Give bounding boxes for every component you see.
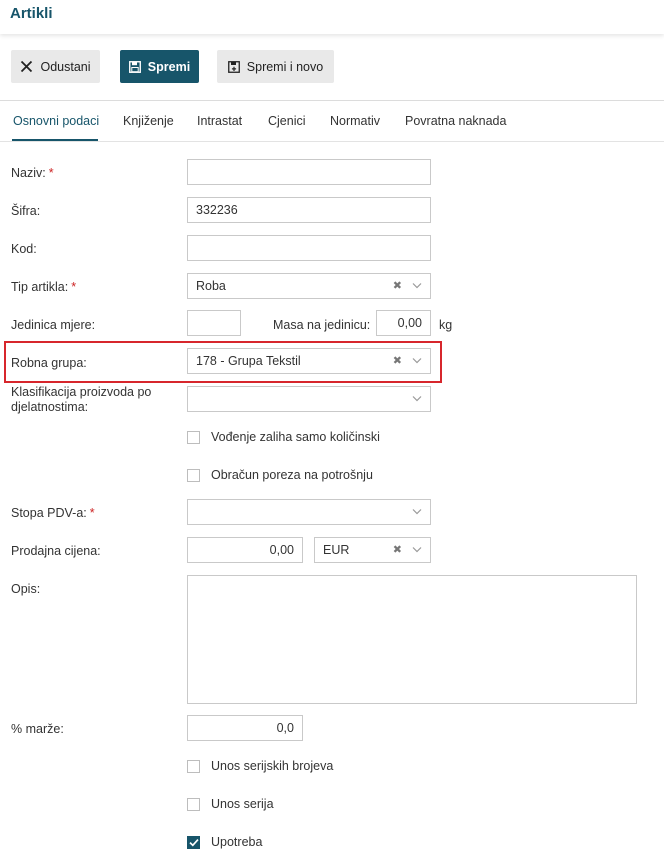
robna-grupa-select[interactable]: 178 - Grupa Tekstil ✖ [187,348,431,374]
floppy-disk-plus-icon [227,60,240,73]
upotreba-label: Upotreba [211,835,263,849]
unos-serija-checkbox-row[interactable]: Unos serija [187,797,274,811]
prodajna-cijena-input[interactable]: 0,00 [187,537,303,563]
kod-label: Kod: [11,242,37,256]
currency-value: EUR [323,543,350,557]
masa-input[interactable]: 0,00 [376,310,431,336]
tabs-bottom-divider [0,141,664,142]
chevron-down-icon[interactable] [412,508,422,515]
save-and-new-button-label: Spremi i novo [246,59,324,74]
clear-x-icon[interactable]: ✖ [393,538,402,562]
tab-knjizenje[interactable]: Knjiženje [123,114,174,128]
tab-povratna-naknada[interactable]: Povratna naknada [405,114,506,128]
naziv-label: Naziv: * [11,166,54,180]
tip-artikla-select[interactable]: Roba ✖ [187,273,431,299]
klasifikacija-select[interactable] [187,386,431,412]
checkmark-icon [188,838,199,847]
clear-x-icon[interactable]: ✖ [393,349,402,373]
obracun-poreza-label: Obračun poreza na potrošnju [211,468,373,482]
jedinica-mjere-input[interactable] [187,310,241,336]
obracun-poreza-checkbox-row[interactable]: Obračun poreza na potrošnju [187,468,373,482]
close-icon [20,60,33,73]
opis-textarea[interactable] [187,575,637,704]
chevron-down-icon[interactable] [412,357,422,364]
unos-serija-checkbox[interactable] [187,797,200,811]
unos-serijskih-checkbox[interactable] [187,759,200,773]
required-marker: * [71,280,77,294]
stopa-pdv-select[interactable] [187,499,431,525]
upotreba-checkbox[interactable] [187,835,200,849]
page-title: Artikli [10,5,53,22]
sifra-label: Šifra: [11,204,41,218]
vodenje-zaliha-checkbox[interactable] [187,430,200,444]
upotreba-checkbox-row[interactable]: Upotreba [187,835,262,849]
cancel-button-label: Odustani [40,59,91,74]
required-marker: * [48,166,54,180]
currency-select[interactable]: EUR ✖ [314,537,431,563]
masa-label: Masa na jedinicu: [273,318,371,332]
robna-grupa-label: Robna grupa: [11,356,87,370]
sifra-input[interactable]: 332236 [187,197,431,223]
chevron-down-icon[interactable] [412,395,422,402]
tip-artikla-value: Roba [196,279,226,293]
stopa-pdv-label: Stopa PDV-a: * [11,506,95,520]
marza-label: % marže: [11,722,64,736]
floppy-disk-icon [128,60,141,73]
tip-artikla-label: Tip artikla: * [11,280,77,294]
required-marker: * [89,506,95,520]
marza-input[interactable]: 0,0 [187,715,303,741]
jedinica-mjere-label: Jedinica mjere: [11,318,96,332]
unos-serijskih-label: Unos serijskih brojeva [211,759,334,773]
save-button[interactable]: Spremi [120,50,199,83]
robna-grupa-value: 178 - Grupa Tekstil [196,354,301,368]
opis-label: Opis: [11,582,41,596]
chevron-down-icon[interactable] [412,546,422,553]
klasifikacija-label: Klasifikacija proizvoda po djelatnostima… [11,385,152,414]
prodajna-cijena-label: Prodajna cijena: [11,544,101,558]
masa-unit: kg [439,318,453,332]
page-header: Artikli [0,0,664,34]
vodenje-zaliha-label: Vođenje zaliha samo količinski [211,430,380,444]
tab-cjenici[interactable]: Cjenici [268,114,306,128]
tab-intrastat[interactable]: Intrastat [197,114,242,128]
obracun-poreza-checkbox[interactable] [187,468,200,482]
tab-osnovni-podaci[interactable]: Osnovni podaci [13,114,99,128]
chevron-down-icon[interactable] [412,282,422,289]
tab-normativ[interactable]: Normativ [330,114,380,128]
toolbar: Odustani Spremi Spremi i novo [0,50,664,84]
naziv-input[interactable] [187,159,431,185]
clear-x-icon[interactable]: ✖ [393,274,402,298]
unos-serija-label: Unos serija [211,797,274,811]
vodenje-zaliha-checkbox-row[interactable]: Vođenje zaliha samo količinski [187,430,380,444]
save-and-new-button[interactable]: Spremi i novo [217,50,334,83]
save-button-label: Spremi [147,59,191,74]
tabs-top-divider [0,100,664,101]
kod-input[interactable] [187,235,431,261]
unos-serijskih-checkbox-row[interactable]: Unos serijskih brojeva [187,759,333,773]
cancel-button[interactable]: Odustani [11,50,100,83]
